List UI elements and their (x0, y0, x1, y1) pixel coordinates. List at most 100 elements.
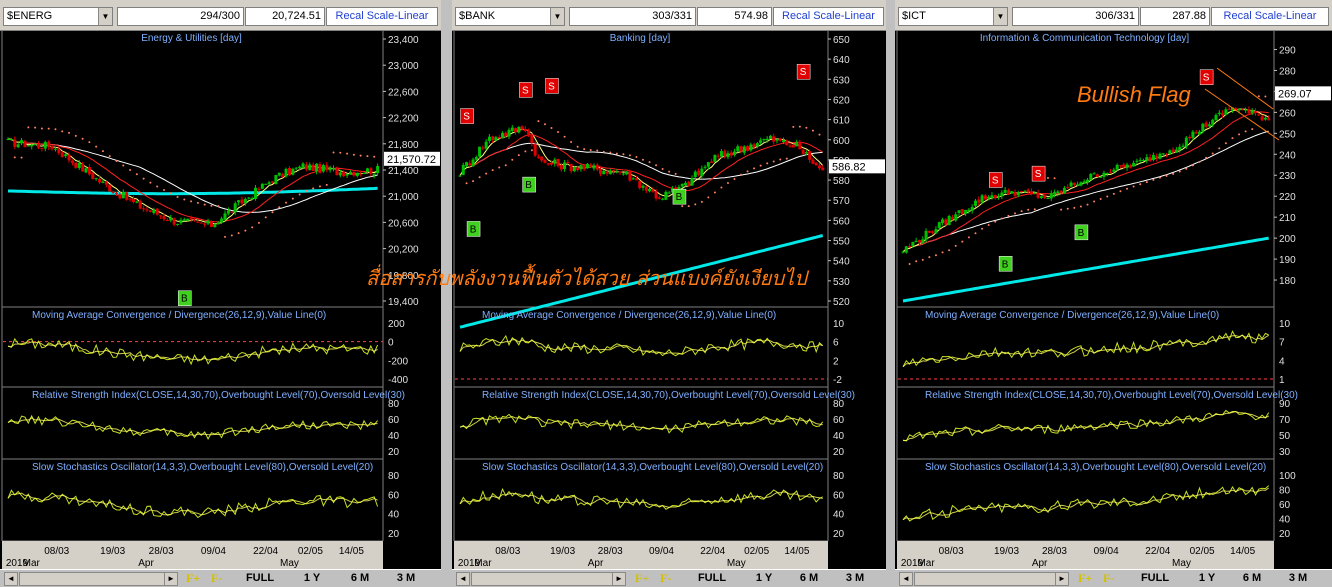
recal-scale-button[interactable]: Recal Scale-Linear (1211, 7, 1329, 26)
symbol-selector[interactable]: $BANK ▼ (455, 7, 565, 26)
font-decrease-button[interactable]: F- (1103, 571, 1114, 586)
period-full-button[interactable]: FULL (240, 572, 280, 586)
price-tick-label: 200 (1279, 234, 1296, 245)
font-increase-button[interactable]: F+ (186, 571, 200, 586)
candle-body (804, 152, 808, 154)
horizontal-scrollbar[interactable] (914, 572, 1064, 586)
candle-body (213, 224, 217, 228)
scroll-left-arrow[interactable]: ◄ (4, 572, 18, 586)
candle-body (23, 140, 27, 148)
period-1y-button[interactable]: 1 Y (744, 572, 784, 586)
chart-toolbar: $ICT ▼ 306/331 287.88 Recal Scale-Linear (895, 0, 1332, 31)
period-full-button[interactable]: FULL (692, 572, 732, 586)
price-tick-label: 580 (833, 176, 850, 187)
month-label: May (280, 558, 299, 569)
scroll-left-arrow[interactable]: ◄ (899, 572, 913, 586)
period-6m-button[interactable]: 6 M (1232, 572, 1272, 586)
horizontal-scrollbar[interactable] (471, 572, 621, 586)
candle-body (706, 162, 710, 167)
candle-body (1013, 192, 1017, 196)
sar-dot (733, 178, 736, 181)
candle-body (817, 165, 821, 169)
recal-scale-button[interactable]: Recal Scale-Linear (773, 7, 884, 26)
period-6m-button[interactable]: 6 M (340, 572, 380, 586)
signal-label: B (1078, 228, 1085, 239)
sar-dot (1119, 190, 1122, 193)
indicator-tick-label: 6 (833, 338, 839, 349)
sar-dot (1185, 167, 1188, 170)
candle-body (543, 159, 547, 163)
candle-body (458, 175, 462, 177)
candle-body (193, 219, 196, 221)
period-3m-button[interactable]: 3 M (1278, 572, 1318, 586)
candle-body (746, 146, 750, 151)
indicator-tick-label: 60 (388, 415, 400, 426)
candle-body (517, 126, 521, 133)
sar-dot (811, 129, 814, 132)
sar-dot (596, 149, 599, 152)
scroll-right-arrow[interactable]: ► (1055, 572, 1069, 586)
candle-body (654, 191, 658, 199)
period-6m-button[interactable]: 6 M (789, 572, 829, 586)
chevron-down-icon[interactable]: ▼ (993, 8, 1007, 25)
date-label: 19/03 (550, 546, 575, 557)
candle-body (697, 170, 701, 175)
signal-label: S (548, 81, 555, 92)
candle-body (1204, 122, 1208, 127)
chart-toolbar: $ENERG ▼ 294/300 20,724.51 Recal Scale-L… (0, 0, 441, 31)
candle-body (661, 198, 665, 200)
sar-dot (359, 154, 362, 157)
price-tick-label: 19,400 (388, 297, 419, 308)
indicator-tick-label: 70 (1279, 415, 1291, 426)
font-increase-button[interactable]: F+ (1078, 571, 1092, 586)
candle-body (664, 191, 668, 200)
symbol-selector[interactable]: $ICT ▼ (898, 7, 1008, 26)
symbol-selector[interactable]: $ENERG ▼ (3, 7, 113, 26)
candle-body (74, 162, 78, 168)
sar-dot (1211, 152, 1214, 155)
candle-body (1214, 114, 1218, 121)
chevron-down-icon[interactable]: ▼ (550, 8, 564, 25)
scroll-right-arrow[interactable]: ► (164, 572, 178, 586)
candle-body (931, 231, 935, 233)
month-label: Apr (1032, 558, 1048, 569)
sar-dot (563, 135, 566, 138)
candle-body (973, 200, 977, 206)
indicator-tick-label: 40 (833, 510, 845, 521)
scroll-right-arrow[interactable]: ► (612, 572, 626, 586)
candle-body (1115, 164, 1119, 170)
sar-dot (720, 186, 723, 189)
candle-body (550, 162, 553, 165)
scroll-left-arrow[interactable]: ◄ (456, 572, 470, 586)
period-3m-button[interactable]: 3 M (835, 572, 875, 586)
recal-scale-button[interactable]: Recal Scale-Linear (326, 7, 438, 26)
candle-body (1105, 172, 1109, 174)
candle-body (983, 195, 987, 200)
candle-body (169, 217, 173, 221)
sar-dot (47, 127, 50, 130)
chevron-down-icon[interactable]: ▼ (98, 8, 112, 25)
candle-body (911, 241, 915, 246)
chart-bottom-bar: ◄ ► F+ F- FULL 1 Y 6 M 3 M (895, 569, 1332, 587)
font-decrease-button[interactable]: F- (660, 571, 671, 586)
candle-body (536, 156, 540, 158)
candle-body (474, 157, 478, 160)
sar-dot (88, 141, 91, 144)
candle-body (582, 165, 586, 170)
period-1y-button[interactable]: 1 Y (1187, 572, 1227, 586)
date-label: 09/04 (201, 546, 226, 557)
candle-body (710, 161, 714, 163)
horizontal-scrollbar[interactable] (19, 572, 173, 586)
font-increase-button[interactable]: F+ (635, 571, 649, 586)
indicator-tick-label: 20 (833, 447, 845, 458)
period-3m-button[interactable]: 3 M (386, 572, 426, 586)
sar-dot (1093, 200, 1096, 203)
date-label: 14/05 (339, 546, 364, 557)
signal-label: S (992, 175, 999, 186)
period-full-button[interactable]: FULL (1135, 572, 1175, 586)
sar-dot (1000, 217, 1003, 220)
font-decrease-button[interactable]: F- (211, 571, 222, 586)
candle-body (1046, 198, 1050, 200)
period-1y-button[interactable]: 1 Y (292, 572, 332, 586)
candle-body (648, 188, 652, 192)
